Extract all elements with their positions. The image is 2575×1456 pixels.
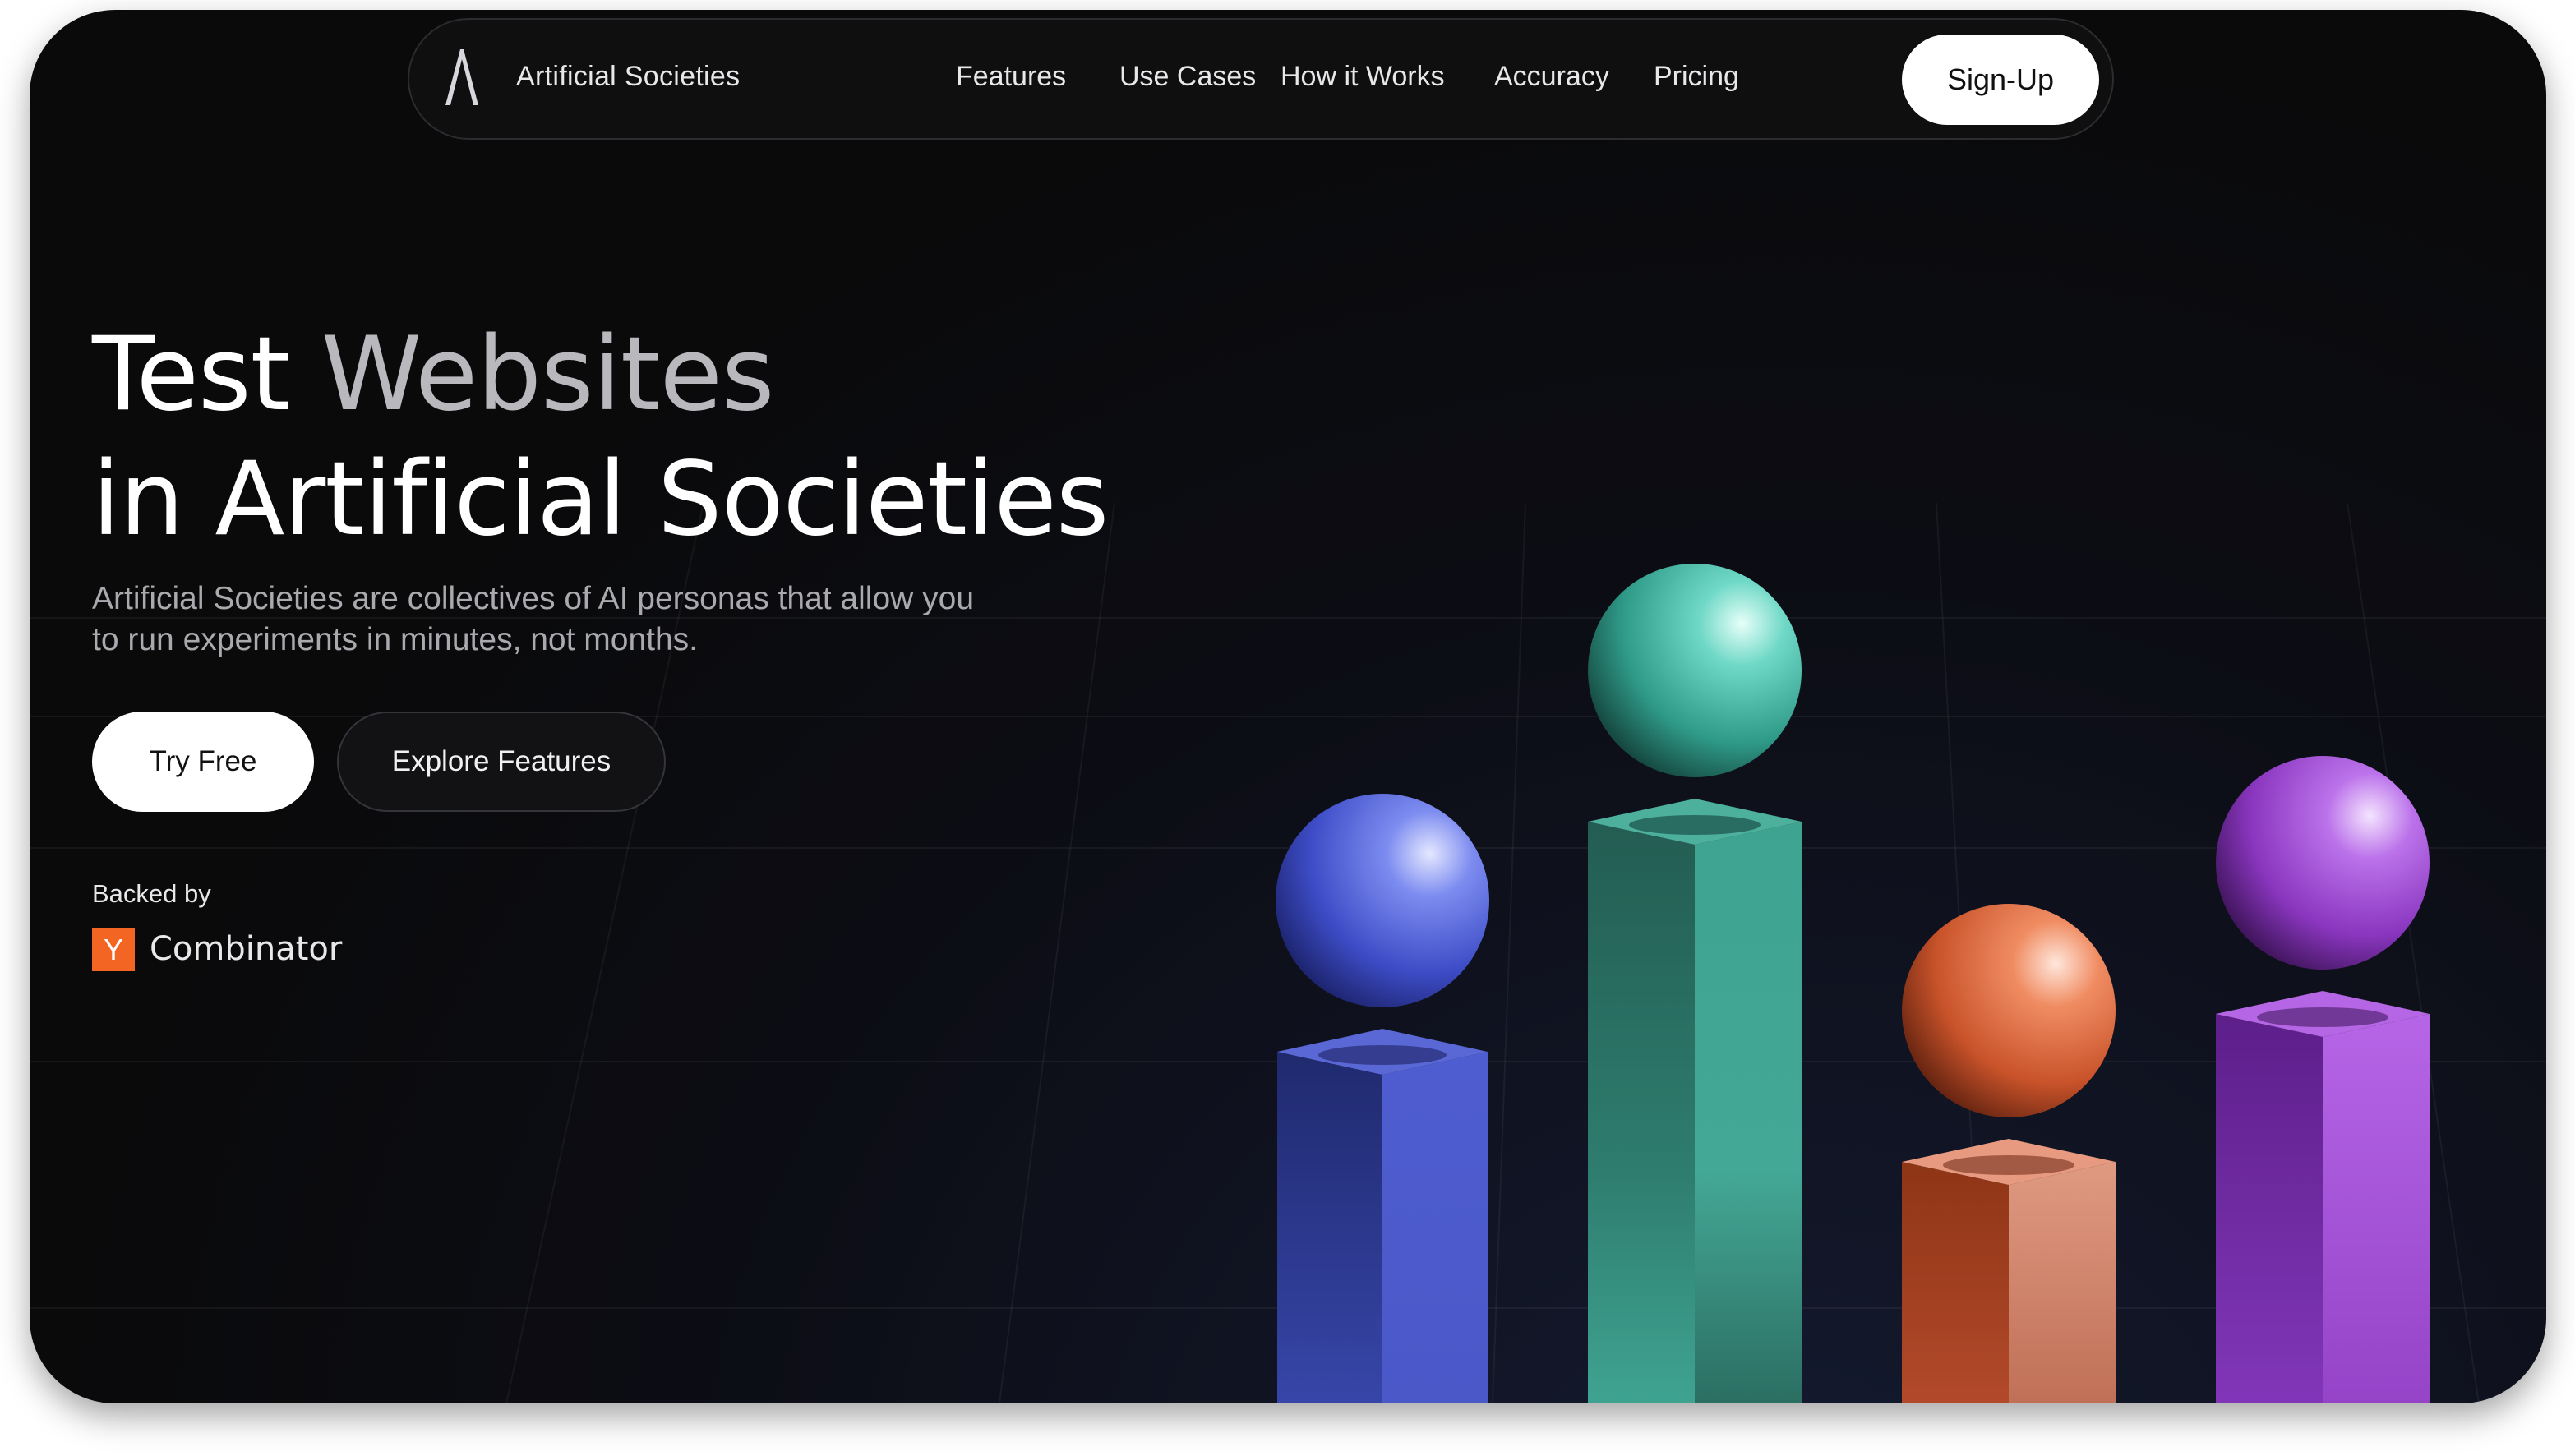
purple-column: [2216, 756, 2430, 1403]
teal-column: [1588, 564, 1802, 1403]
bar-sphere-illustration: [1276, 564, 2430, 1403]
orange-column: [1902, 904, 2116, 1403]
blue-column: [1276, 794, 1489, 1403]
page-frame: Artificial Societies Features Use Cases …: [30, 10, 2546, 1403]
